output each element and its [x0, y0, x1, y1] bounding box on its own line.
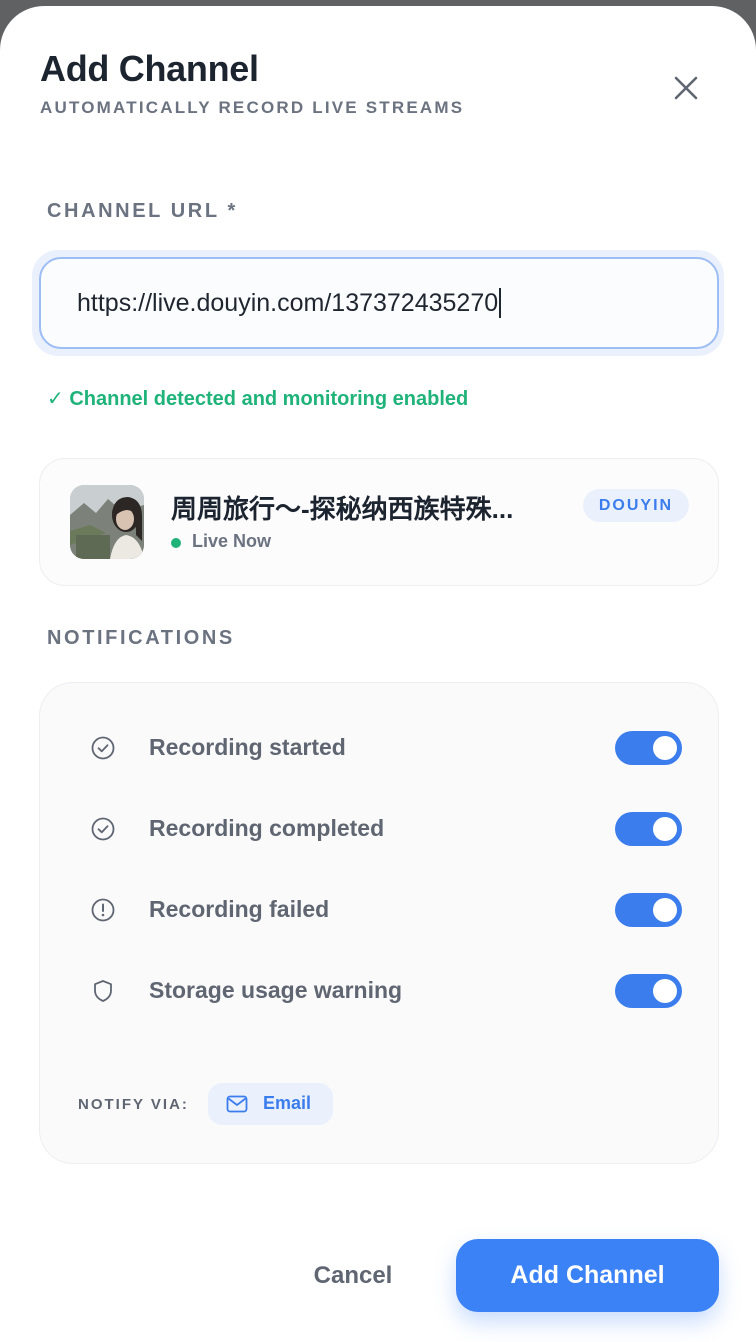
notifications-card: Recording started Recording completed Re… [39, 682, 719, 1164]
notification-label: Recording started [149, 734, 346, 760]
detection-status: ✓ Channel detected and monitoring enable… [47, 388, 469, 410]
live-status: Live Now [192, 531, 272, 551]
text-caret [499, 288, 502, 318]
email-chip-label: Email [263, 1093, 312, 1113]
channel-url-value: https://live.douyin.com/137372435270 [77, 288, 499, 317]
add-channel-button[interactable]: Add Channel [456, 1239, 719, 1312]
close-icon [674, 76, 698, 100]
platform-badge: DOUYIN [583, 489, 689, 522]
add-channel-dialog: Add Channel AUTOMATICALLY RECORD LIVE ST… [0, 6, 756, 1342]
channel-preview-card: 周周旅行～-探秘纳西族特殊... Live Now DOUYIN [39, 458, 719, 586]
dialog-subtitle: AUTOMATICALLY RECORD LIVE STREAMS [40, 98, 465, 117]
dialog-title: Add Channel [40, 48, 259, 89]
recording-started-toggle[interactable] [615, 731, 682, 765]
toggle-knob [653, 898, 677, 922]
recording-completed-toggle[interactable] [615, 812, 682, 846]
shield-icon [94, 980, 112, 1002]
notification-label: Recording failed [149, 896, 330, 922]
check-circle-icon [91, 817, 115, 841]
live-indicator-dot [171, 538, 181, 548]
notification-label: Recording completed [149, 815, 385, 841]
channel-avatar [70, 485, 144, 559]
notification-row-storage-warning: Storage usage warning [40, 966, 720, 1016]
close-button[interactable] [662, 64, 710, 112]
notification-row-recording-completed: Recording completed [40, 804, 720, 854]
cancel-button[interactable]: Cancel [290, 1240, 416, 1312]
toggle-knob [653, 817, 677, 841]
notification-row-recording-failed: Recording failed [40, 885, 720, 935]
storage-warning-toggle[interactable] [615, 974, 682, 1008]
channel-name: 周周旅行～-探秘纳西族特殊... [171, 494, 514, 524]
channel-url-label: CHANNEL URL * [47, 200, 238, 222]
email-channel-chip[interactable]: Email [208, 1083, 333, 1125]
alert-circle-icon [91, 898, 115, 922]
notification-label: Storage usage warning [149, 977, 403, 1003]
check-circle-icon [91, 736, 115, 760]
notification-row-recording-started: Recording started [40, 723, 720, 773]
recording-failed-toggle[interactable] [615, 893, 682, 927]
toggle-knob [653, 736, 677, 760]
mail-icon [226, 1095, 248, 1113]
toggle-knob [653, 979, 677, 1003]
notify-via-label: NOTIFY VIA: [78, 1096, 189, 1113]
notifications-label: NOTIFICATIONS [47, 627, 235, 649]
channel-url-input[interactable]: https://live.douyin.com/137372435270 [39, 257, 719, 349]
